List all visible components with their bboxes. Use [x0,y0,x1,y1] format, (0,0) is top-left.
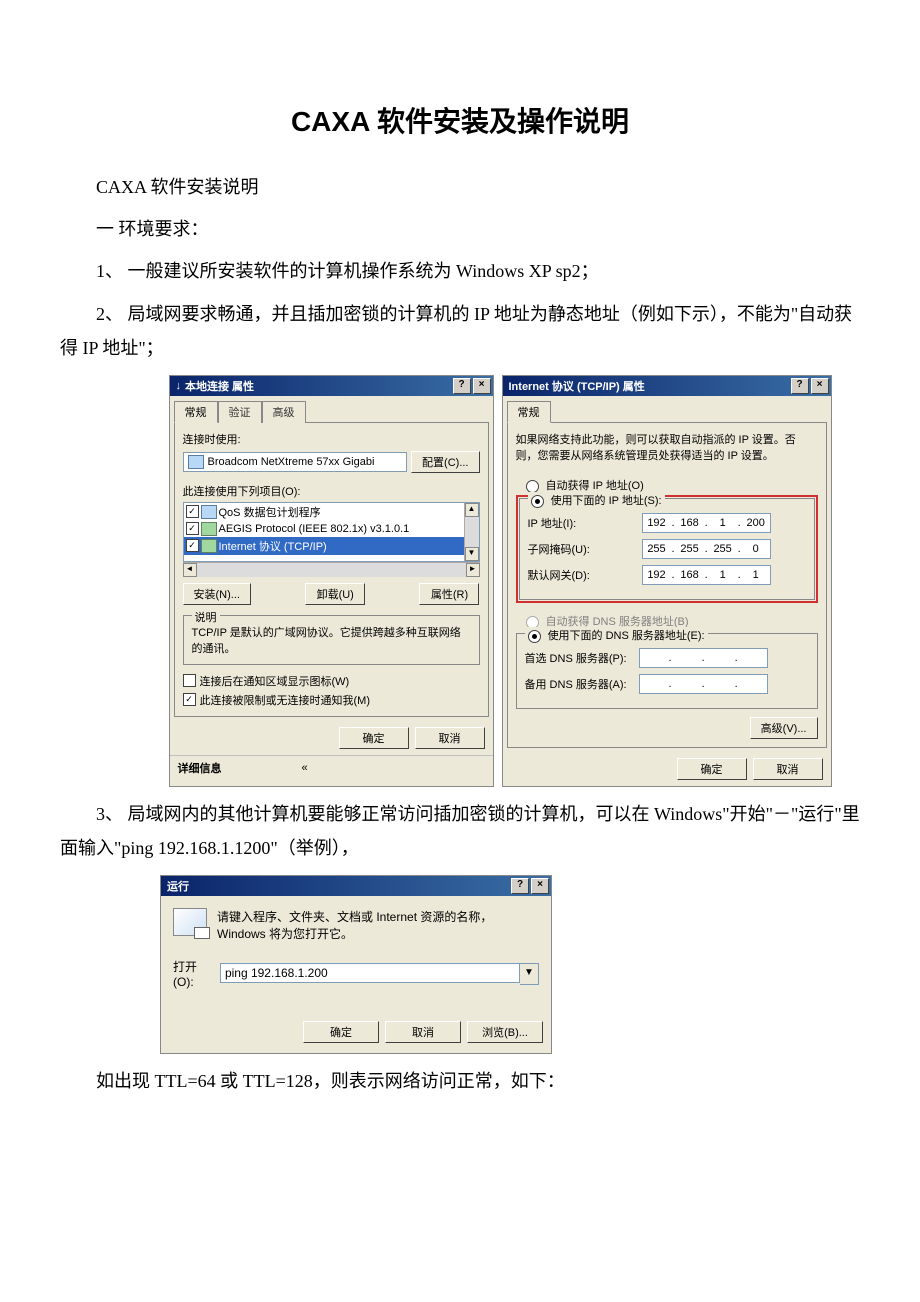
tab-general[interactable]: 常规 [174,401,218,423]
lan-titlebar: ↓ 本地连接 属性 ? × [170,376,493,396]
description-group: 说明 TCP/IP 是默认的广域网协议。它提供跨越多种互联网络的通讯。 [183,615,480,665]
checkbox-limited-icon[interactable] [183,693,196,706]
ip-intro: 如果网络支持此功能，则可以获取自动指派的 IP 设置。否则，您需要从网络系统管理… [516,431,818,463]
items-label: 此连接使用下列项目(O): [183,483,480,499]
lan-panel: 连接时使用: Broadcom NetXtreme 57xx Gigabi 配置… [174,422,489,717]
checkbox-notify-icon[interactable] [183,674,196,687]
subtitle: CAXA 软件安装说明 [60,170,860,204]
scrollbar-vertical[interactable]: ▲ ▼ [464,503,479,561]
scroll-up-icon[interactable]: ▲ [465,503,479,517]
para-2: 2、 局域网要求畅通，并且插加密锁的计算机的 IP 地址为静态地址（例如下示），… [60,297,860,365]
dialog-figures: ↓ 本地连接 属性 ? × 常规 验证 高级 连接时使用: Broadcom [140,375,860,787]
description-text: TCP/IP 是默认的广域网协议。它提供跨越多种互联网络的通讯。 [192,624,471,656]
help-button[interactable]: ? [791,378,809,394]
cancel-button[interactable]: 取消 [385,1021,461,1043]
cancel-button[interactable]: 取消 [415,727,485,749]
scroll-left-icon[interactable]: ◄ [183,563,197,577]
checkbox-icon[interactable] [186,505,199,518]
dns1-label: 首选 DNS 服务器(P): [525,650,635,666]
run-icon [173,908,207,936]
ip-address-label: IP 地址(I): [528,515,638,531]
configure-button[interactable]: 配置(C)... [411,451,479,473]
run-hint: 请键入程序、文件夹、文档或 Internet 资源的名称，Windows 将为您… [217,908,539,942]
para-4: 如出现 TTL=64 或 TTL=128，则表示网络访问正常，如下： [60,1064,860,1098]
ok-button[interactable]: 确定 [677,758,747,780]
para-1: 1、 一般建议所安装软件的计算机操作系统为 Windows XP sp2； [60,254,860,288]
tcpip-properties-dialog: Internet 协议 (TCP/IP) 属性 ? × 常规 如果网络支持此功能… [502,375,832,787]
open-input[interactable] [220,963,520,983]
cb-limited: 此连接被限制或无连接时通知我(M) [200,692,371,708]
ip-panel: 如果网络支持此功能，则可以获取自动指派的 IP 设置。否则，您需要从网络系统管理… [507,422,827,748]
close-button[interactable]: × [531,878,549,894]
tab-general-ip[interactable]: 常规 [507,401,551,423]
gateway-input[interactable]: 192. 168. 1. 1 [642,565,771,585]
properties-button[interactable]: 属性(R) [419,583,479,605]
nic-icon [188,455,204,469]
dns1-input[interactable]: ... [639,648,768,668]
help-button[interactable]: ? [453,378,471,394]
lan-tabs: 常规 验证 高级 [170,396,493,422]
advanced-button[interactable]: 高级(V)... [750,717,818,739]
item-tcpip: Internet 协议 (TCP/IP) [219,538,327,554]
chevron-up-icon: « [302,762,308,774]
subnet-mask-label: 子网掩码(U): [528,541,638,557]
tab-advanced[interactable]: 高级 [262,401,306,423]
dropdown-icon[interactable]: ▼ [520,963,539,985]
dns2-input[interactable]: ... [639,674,768,694]
dns2-label: 备用 DNS 服务器(A): [525,676,635,692]
doc-title: CAXA 软件安装及操作说明 [60,100,860,140]
tcpip-icon [201,539,217,553]
details-label: 详细信息 [178,760,222,776]
item-aegis: AEGIS Protocol (IEEE 802.1x) v3.1.0.1 [219,523,410,535]
close-button[interactable]: × [473,378,491,394]
scroll-down-icon[interactable]: ▼ [465,547,479,561]
use-ip-label: 使用下面的 IP 地址(S): [551,495,662,507]
open-label: 打开(O): [173,958,212,989]
radio-use-dns[interactable] [528,630,541,643]
connect-using-label: 连接时使用: [183,431,480,447]
lan-properties-dialog: ↓ 本地连接 属性 ? × 常规 验证 高级 连接时使用: Broadcom [169,375,494,787]
scrollbar-horizontal[interactable]: ◄ ► [183,562,480,577]
ok-button[interactable]: 确定 [339,727,409,749]
radio-use-ip[interactable] [531,495,544,508]
radio-auto-ip[interactable] [526,480,539,493]
ip-address-input[interactable]: 192. 168. 1. 200 [642,513,771,533]
uninstall-button[interactable]: 卸载(U) [305,583,365,605]
ok-button[interactable]: 确定 [303,1021,379,1043]
tab-auth[interactable]: 验证 [218,401,262,423]
details-bar[interactable]: 详细信息 « [170,755,493,780]
run-titlebar: 运行 ? × [161,876,551,896]
lan-title-text: 本地连接 属性 [185,378,254,394]
subnet-mask-input[interactable]: 255. 255. 255. 0 [642,539,771,559]
items-listbox[interactable]: QoS 数据包计划程序 AEGIS Protocol (IEEE 802.1x)… [183,502,480,562]
aegis-icon [201,522,217,536]
gateway-label: 默认网关(D): [528,567,638,583]
adapter-name: Broadcom NetXtreme 57xx Gigabi [208,456,375,468]
checkbox-icon[interactable] [186,539,199,552]
para-3: 3、 局域网内的其他计算机要能够正常访问插加密锁的计算机，可以在 Windows… [60,797,860,865]
use-dns-label: 使用下面的 DNS 服务器地址(E): [548,630,705,642]
qos-icon [201,505,217,519]
scroll-right-icon[interactable]: ► [466,563,480,577]
env-heading: 一 环境要求： [60,212,860,246]
browse-button[interactable]: 浏览(B)... [467,1021,543,1043]
cancel-button[interactable]: 取消 [753,758,823,780]
run-title-text: 运行 [167,878,189,894]
auto-ip-label: 自动获得 IP 地址(O) [546,480,644,492]
close-button[interactable]: × [811,378,829,394]
run-dialog: 运行 ? × 请键入程序、文件夹、文档或 Internet 资源的名称，Wind… [160,875,552,1054]
help-button[interactable]: ? [511,878,529,894]
open-combobox[interactable]: ▼ [220,963,539,985]
ip-title-text: Internet 协议 (TCP/IP) 属性 [509,378,645,394]
description-legend: 说明 [192,609,220,625]
ip-titlebar: Internet 协议 (TCP/IP) 属性 ? × [503,376,831,396]
cb-show-icon: 连接后在通知区域显示图标(W) [200,673,350,689]
item-qos: QoS 数据包计划程序 [219,504,321,520]
static-ip-highlight: 使用下面的 IP 地址(S): IP 地址(I): 192. 168. 1. 2… [516,495,818,603]
install-button[interactable]: 安装(N)... [183,583,251,605]
checkbox-icon[interactable] [186,522,199,535]
down-arrow-icon: ↓ [176,380,182,392]
